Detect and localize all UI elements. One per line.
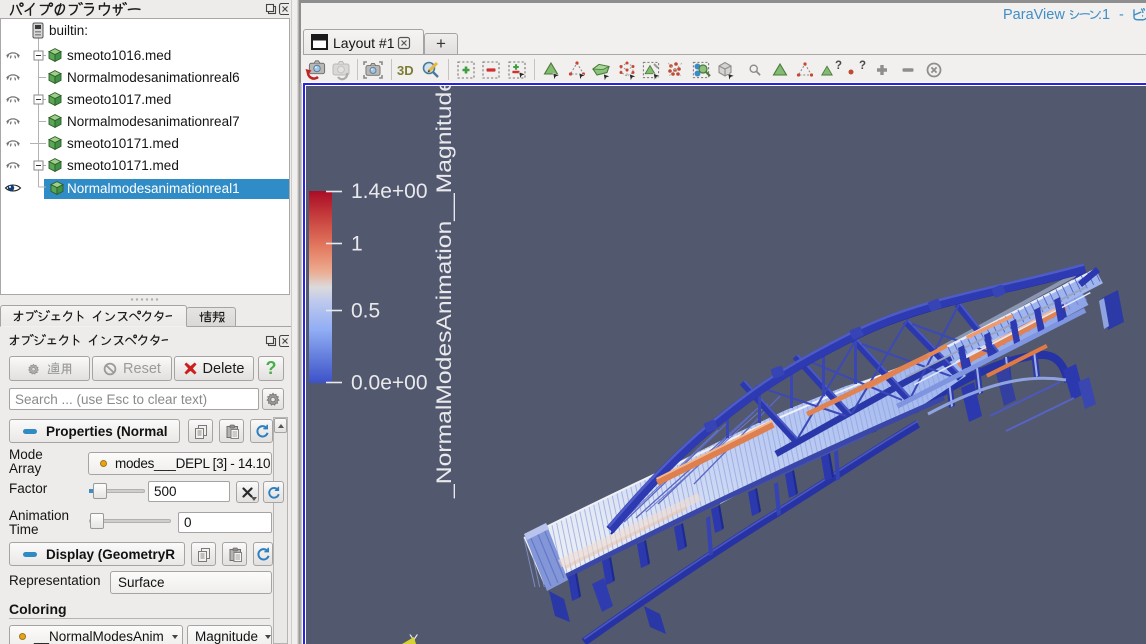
svg-text:0.5: 0.5 (351, 300, 380, 323)
svg-text:Normalmodesanimationreal6: Normalmodesanimationreal6 (67, 70, 240, 85)
svg-text:smeoto10171.med: smeoto10171.med (67, 158, 179, 173)
svg-text:3D: 3D (397, 63, 414, 78)
svg-text:0.0e+00: 0.0e+00 (351, 372, 428, 395)
svg-text:_NormalModesAnimation__Magnitu: _NormalModesAnimation__Magnitude (433, 86, 456, 499)
svg-text:Normalmodesanimationreal1: Normalmodesanimationreal1 (67, 181, 240, 196)
svg-text:smeoto1017.med: smeoto1017.med (67, 92, 171, 107)
svg-text:smeoto10171.med: smeoto10171.med (67, 136, 179, 151)
svg-text:1: 1 (351, 233, 363, 256)
svg-text:1.4e+00: 1.4e+00 (351, 180, 428, 203)
svg-text:smeoto1016.med: smeoto1016.med (67, 48, 171, 63)
svg-text:builtin:: builtin: (49, 23, 88, 38)
svg-text:Normalmodesanimationreal7: Normalmodesanimationreal7 (67, 114, 240, 129)
